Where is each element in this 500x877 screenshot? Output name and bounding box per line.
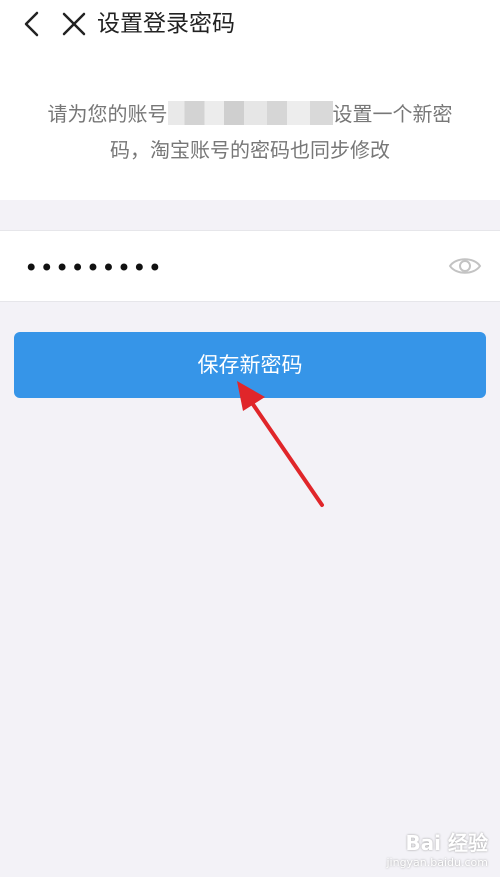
nav-bar: 设置登录密码	[0, 0, 500, 48]
section-divider	[0, 200, 500, 230]
watermark: Bai 经验 jingyan.baidu.com	[386, 827, 488, 869]
notice-prefix: 请为您的账号	[47, 102, 168, 126]
red-arrow-annotation	[237, 381, 324, 507]
header-panel: 设置登录密码 请为您的账号 设置一个新密 码，淘宝账号的密码也同步修改	[0, 0, 500, 200]
eye-icon[interactable]	[448, 254, 482, 278]
notice-line-2: 码，淘宝账号的密码也同步修改	[110, 138, 390, 162]
chevron-left-icon[interactable]	[16, 8, 48, 40]
watermark-main: Bai 经验	[405, 831, 488, 855]
redacted-account	[167, 101, 333, 125]
page-title: 设置登录密码	[97, 11, 235, 37]
close-icon[interactable]	[58, 8, 90, 40]
watermark-sub: jingyan.baidu.com	[386, 856, 488, 869]
password-input[interactable]	[22, 245, 426, 291]
notice-line-1: 请为您的账号 设置一个新密	[0, 96, 500, 132]
notice-suffix: 设置一个新密	[332, 102, 453, 126]
notice-text: 请为您的账号 设置一个新密 码，淘宝账号的密码也同步修改	[0, 96, 500, 168]
password-row	[0, 230, 500, 302]
